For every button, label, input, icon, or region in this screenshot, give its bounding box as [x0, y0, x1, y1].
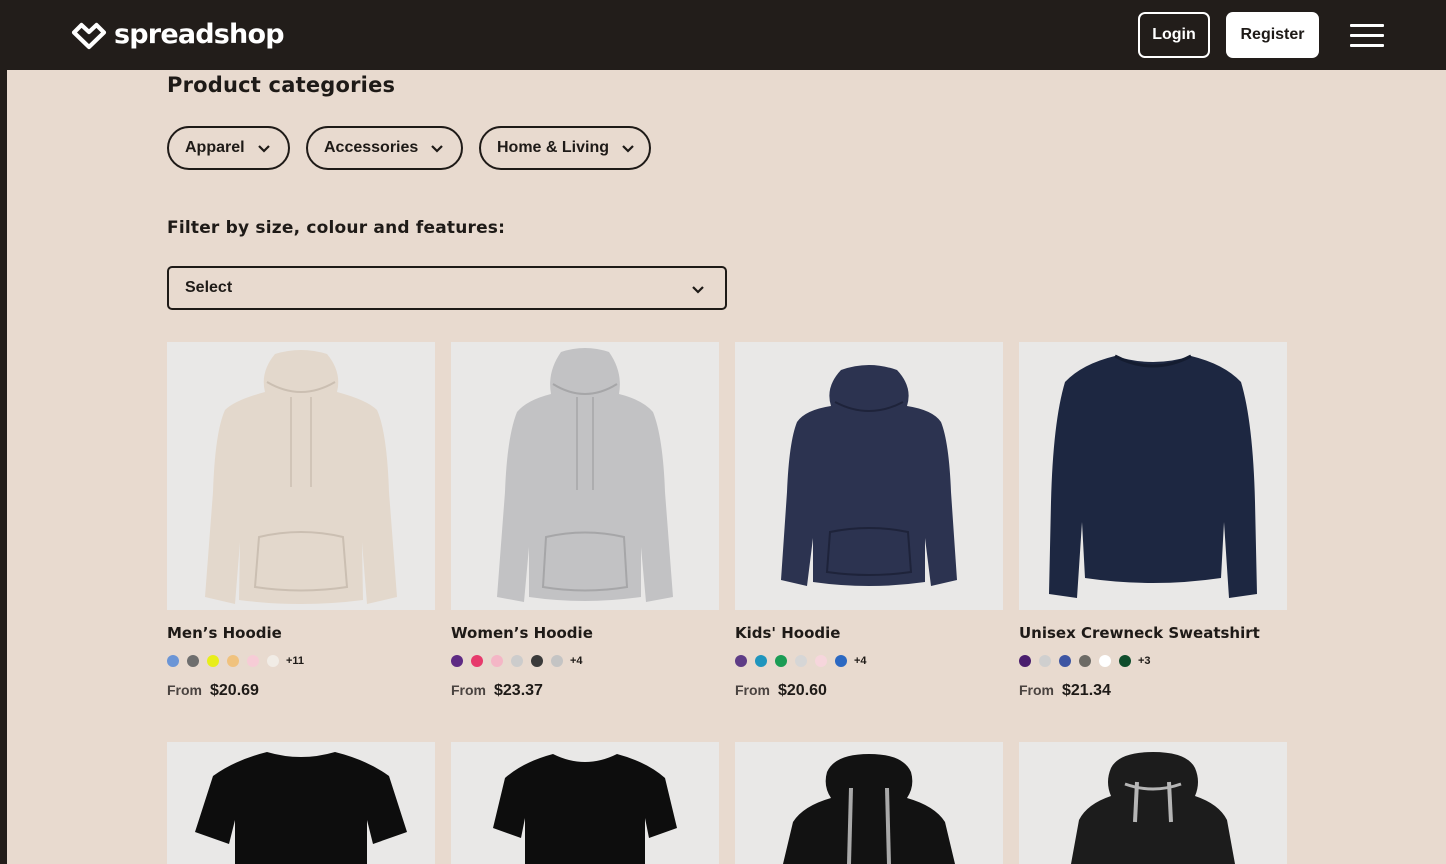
color-swatches: +11: [167, 655, 304, 667]
product-price: From $23.37: [451, 682, 543, 700]
category-label: Home & Living: [497, 139, 610, 156]
color-swatches: +4: [451, 655, 583, 667]
hamburger-menu-icon[interactable]: [1350, 24, 1384, 48]
color-swatch[interactable]: [1119, 655, 1131, 667]
spreadshop-logo[interactable]: spreadshop: [70, 16, 285, 52]
color-swatch[interactable]: [1079, 655, 1091, 667]
hoodie-image: [783, 754, 955, 864]
chevron-down-icon: [622, 145, 634, 153]
filter-title: Filter by size, colour and features:: [167, 218, 506, 238]
product-card-womens-tshirt[interactable]: [451, 742, 719, 864]
color-swatch[interactable]: [1019, 655, 1031, 667]
color-swatch[interactable]: [531, 655, 543, 667]
price-amount: $20.60: [778, 682, 827, 699]
product-card-unisex-crewneck[interactable]: Unisex Crewneck Sweatshirt +3 From $21.3…: [1019, 342, 1287, 699]
product-name[interactable]: Kids' Hoodie: [735, 624, 840, 642]
color-swatch[interactable]: [451, 655, 463, 667]
product-price: From $20.60: [735, 682, 827, 700]
color-swatch[interactable]: [735, 655, 747, 667]
product-name[interactable]: Women’s Hoodie: [451, 624, 593, 642]
product-price: From $21.34: [1019, 682, 1111, 700]
more-colors-count: +11: [286, 655, 305, 667]
color-swatch[interactable]: [1099, 655, 1111, 667]
color-swatch[interactable]: [1059, 655, 1071, 667]
hoodie-image: [781, 365, 957, 586]
color-swatch[interactable]: [755, 655, 767, 667]
category-label: Apparel: [185, 139, 245, 156]
color-swatches: +3: [1019, 655, 1151, 667]
color-swatch[interactable]: [207, 655, 219, 667]
price-amount: $20.69: [210, 682, 259, 699]
product-card-black-hoodie[interactable]: [735, 742, 1003, 864]
product-price: From $20.69: [167, 682, 259, 700]
product-image[interactable]: [167, 742, 435, 864]
hoodie-image: [1071, 752, 1235, 864]
product-image[interactable]: [735, 742, 1003, 864]
color-swatch[interactable]: [815, 655, 827, 667]
category-accessories-dropdown[interactable]: Accessories: [306, 126, 463, 170]
chevron-down-icon: [692, 286, 704, 294]
more-colors-count: +4: [570, 655, 583, 667]
color-swatch[interactable]: [247, 655, 259, 667]
color-swatch[interactable]: [187, 655, 199, 667]
color-swatch[interactable]: [835, 655, 847, 667]
tshirt-image: [493, 754, 677, 864]
chevron-down-icon: [257, 145, 270, 153]
register-button[interactable]: Register: [1226, 12, 1319, 58]
tshirt-image: [195, 752, 407, 864]
price-from-label: From: [1019, 682, 1054, 698]
category-home-living-dropdown[interactable]: Home & Living: [479, 126, 651, 170]
product-card-tshirt[interactable]: [167, 742, 435, 864]
product-card-womens-hoodie[interactable]: Women’s Hoodie +4 From $23.37: [451, 342, 719, 699]
color-swatch[interactable]: [511, 655, 523, 667]
more-colors-count: +4: [854, 655, 867, 667]
login-button[interactable]: Login: [1138, 12, 1210, 58]
product-image[interactable]: [1019, 342, 1287, 610]
filter-select-value: Select: [185, 279, 233, 296]
price-from-label: From: [167, 682, 202, 698]
logo-text: spreadshop: [114, 18, 285, 50]
hoodie-image: [497, 348, 673, 602]
color-swatch[interactable]: [167, 655, 179, 667]
product-image[interactable]: [735, 342, 1003, 610]
filter-select[interactable]: Select: [167, 266, 727, 310]
hoodie-image: [205, 350, 397, 604]
product-card-dark-hoodie[interactable]: [1019, 742, 1287, 864]
price-from-label: From: [451, 682, 486, 698]
color-swatch[interactable]: [471, 655, 483, 667]
product-image[interactable]: [451, 342, 719, 610]
top-navigation-bar: spreadshop Login Register: [0, 0, 1446, 70]
category-label: Accessories: [324, 139, 419, 156]
color-swatches: +4: [735, 655, 867, 667]
product-image[interactable]: [1019, 742, 1287, 864]
chevron-down-icon: [431, 145, 444, 153]
product-image[interactable]: [167, 342, 435, 610]
product-name[interactable]: Men’s Hoodie: [167, 624, 282, 642]
more-colors-count: +3: [1138, 655, 1151, 667]
sweatshirt-image: [1049, 354, 1257, 598]
product-image[interactable]: [451, 742, 719, 864]
color-swatch[interactable]: [491, 655, 503, 667]
color-swatch[interactable]: [267, 655, 279, 667]
product-name[interactable]: Unisex Crewneck Sweatshirt: [1019, 624, 1260, 642]
left-edge-strip: [0, 0, 7, 864]
price-amount: $23.37: [494, 682, 543, 699]
color-swatch[interactable]: [551, 655, 563, 667]
color-swatch[interactable]: [1039, 655, 1051, 667]
color-swatch[interactable]: [227, 655, 239, 667]
color-swatch[interactable]: [795, 655, 807, 667]
category-apparel-dropdown[interactable]: Apparel: [167, 126, 290, 170]
price-amount: $21.34: [1062, 682, 1111, 699]
heart-logo-icon: [71, 22, 107, 50]
price-from-label: From: [735, 682, 770, 698]
categories-title: Product categories: [167, 73, 396, 97]
product-card-mens-hoodie[interactable]: Men’s Hoodie +11 From $20.69: [167, 342, 435, 699]
product-card-kids-hoodie[interactable]: Kids' Hoodie +4 From $20.60: [735, 342, 1003, 699]
color-swatch[interactable]: [775, 655, 787, 667]
